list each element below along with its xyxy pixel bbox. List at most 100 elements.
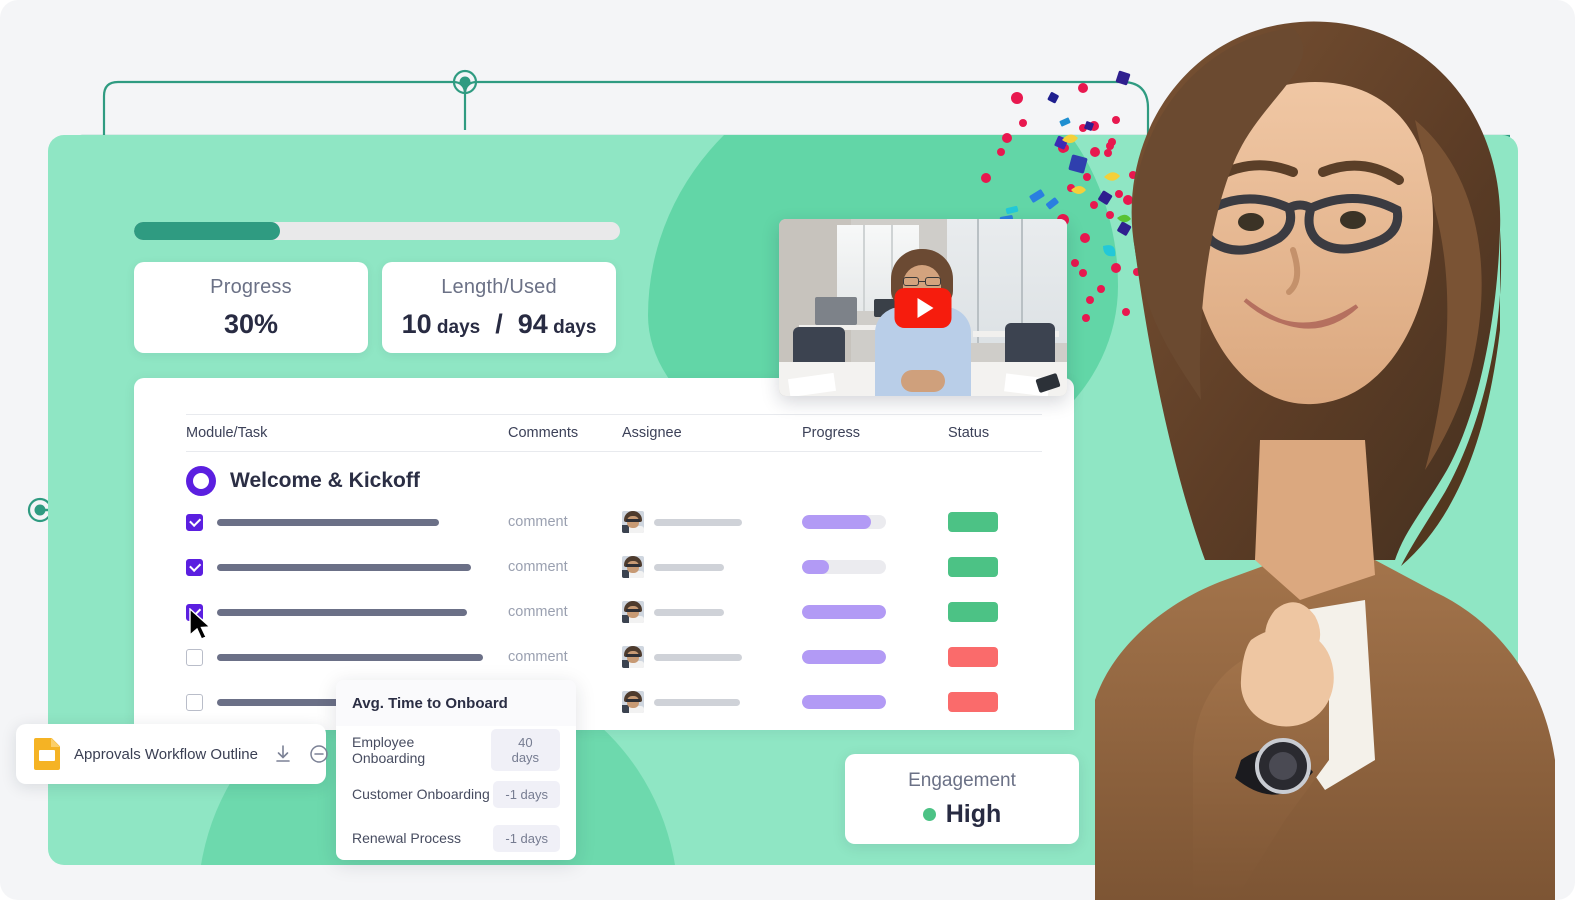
task-module-cell [186,558,508,576]
task-progress-cell [802,515,948,529]
assignee-avatar [622,601,644,623]
youtube-play-icon[interactable] [894,287,952,328]
comment-link[interactable]: comment [508,649,568,665]
assignee-name-placeholder [654,608,724,616]
popover-row-label: Renewal Process [352,830,461,846]
popover-title: Avg. Time to Onboard [336,680,576,726]
task-progress-track[interactable] [802,605,886,619]
status-badge[interactable] [948,602,998,622]
task-checkbox[interactable] [186,648,203,666]
status-badge[interactable] [948,692,998,712]
task-checkbox[interactable] [186,558,203,576]
stat-card-progress: Progress 30% [134,262,368,353]
video-person-hands [901,370,945,392]
task-progress-fill [802,695,886,709]
task-comments-cell[interactable]: comment [508,558,622,576]
stat-value-length-used: 10 days / 94 days [402,309,597,340]
task-checkbox[interactable] [186,693,203,711]
stat-label-progress: Progress [210,275,292,298]
task-progress-track[interactable] [802,515,886,529]
task-name-placeholder [217,653,483,661]
length-value: 10 [401,308,432,339]
task-module-cell [186,513,508,531]
status-badge[interactable] [948,647,998,667]
table-header-row: Module/Task Comments Assignee Progress S… [186,414,1042,452]
engagement-value-row: High [922,799,1002,829]
task-name-placeholder [217,563,471,571]
status-badge[interactable] [948,512,998,532]
task-comments-cell[interactable]: comment [508,603,622,621]
engagement-value: High [945,799,1002,828]
task-name-placeholder [217,608,467,616]
task-assignee-cell[interactable] [622,646,802,668]
download-icon[interactable] [272,743,294,765]
column-header-progress: Progress [802,425,861,441]
column-header-status: Status [948,425,990,441]
file-name-label: Approvals Workflow Outline [74,745,258,763]
overall-progress-bar[interactable] [134,222,620,240]
popover-row: Renewal Process -1 days [336,818,576,858]
task-progress-track[interactable] [802,560,886,574]
task-checkbox[interactable] [186,513,203,531]
popover-row: Customer Onboarding -1 days [336,774,576,814]
progress-ring-icon [186,466,216,496]
task-row[interactable]: comment [186,556,1042,578]
column-header-assignee: Assignee [622,425,682,441]
comment-link[interactable]: comment [508,514,568,530]
task-row[interactable]: comment [186,601,1042,623]
task-name-placeholder [217,518,439,526]
video-person-glasses [903,277,941,286]
video-monitor-left [815,297,857,325]
task-progress-cell [802,650,948,664]
module-group-row[interactable]: Welcome & Kickoff [186,466,420,496]
status-badge[interactable] [948,557,998,577]
task-module-cell [186,648,508,666]
task-module-cell [186,603,508,621]
assignee-name-placeholder [654,518,742,526]
task-assignee-cell[interactable] [622,691,802,713]
task-status-cell [948,692,1038,712]
column-header-module: Module/Task [186,425,268,441]
task-progress-fill [802,605,886,619]
task-assignee-cell[interactable] [622,511,802,533]
minus-circle-icon[interactable] [308,743,330,765]
avg-time-popover: Avg. Time to Onboard Employee Onboarding… [336,680,576,860]
task-comments-cell[interactable]: comment [508,648,622,666]
assignee-avatar [622,556,644,578]
task-row[interactable]: comment [186,646,1042,668]
task-row[interactable] [186,691,1042,713]
length-unit: days [436,316,481,338]
task-status-cell [948,512,1038,532]
engagement-label: Engagement [908,769,1016,791]
assignee-name-placeholder [654,653,742,661]
stat-card-length-used: Length/Used 10 days / 94 days [382,262,616,353]
task-row[interactable]: comment [186,511,1042,533]
task-progress-track[interactable] [802,650,886,664]
assignee-name-placeholder [654,698,740,706]
popover-row-label: Customer Onboarding [352,786,490,802]
task-comments-cell[interactable]: comment [508,513,622,531]
comment-link[interactable]: comment [508,604,568,620]
onboarding-video-thumbnail[interactable] [779,219,1067,396]
length-separator: / [495,308,503,339]
task-progress-cell [802,560,948,574]
task-status-cell [948,557,1038,577]
popover-row-value: -1 days [493,780,560,808]
assignee-avatar [622,691,644,713]
task-progress-cell [802,695,948,709]
engagement-card: Engagement High [845,754,1079,844]
stat-label-length-used: Length/Used [441,275,557,298]
task-assignee-cell[interactable] [622,556,802,578]
popover-row: Employee Onboarding 40 days [336,729,576,771]
assignee-avatar [622,511,644,533]
app-screenshot: Progress 30% Length/Used 10 days / 94 da… [0,0,1575,900]
popover-row-label: Employee Onboarding [352,734,426,766]
used-unit: days [553,316,597,338]
file-attachment-chip[interactable]: Approvals Workflow Outline [16,724,328,784]
assignee-name-placeholder [654,563,724,571]
task-progress-fill [802,560,829,574]
comment-link[interactable]: comment [508,559,568,575]
task-status-cell [948,602,1038,622]
task-progress-track[interactable] [802,695,886,709]
task-assignee-cell[interactable] [622,601,802,623]
